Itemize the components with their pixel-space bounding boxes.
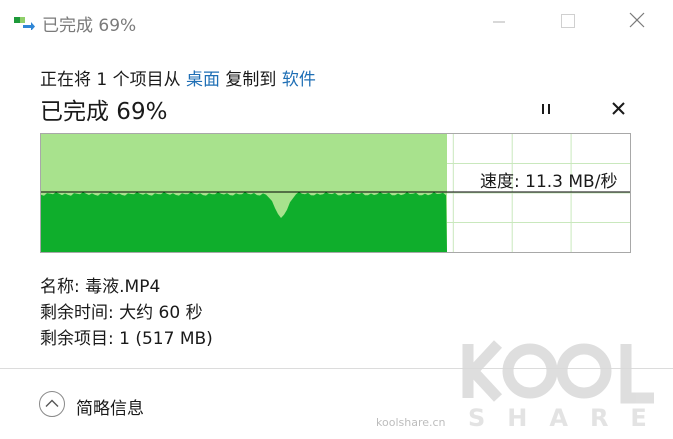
close-button[interactable] [614,0,660,44]
progress-title: 已完成 69% [40,99,168,125]
speed-graph-canvas [40,133,631,253]
file-copy-icon [14,14,36,31]
dialog-footer: 简略信息 [0,368,673,439]
cancel-button[interactable] [604,96,632,122]
cancel-icon [611,100,625,119]
minimize-button[interactable] [476,0,522,44]
close-icon [629,12,645,32]
destination-folder-link[interactable]: 软件 [282,70,316,90]
time-remaining: 剩余时间: 大约 60 秒 [40,303,203,323]
file-name: 名称: 毒液.MP4 [40,277,161,297]
speed-area [41,192,447,252]
pause-icon [540,100,552,119]
maximize-button[interactable] [545,0,591,44]
window-title: 已完成 69% [42,16,137,36]
copy-middle: 复制到 [220,70,282,90]
pause-button[interactable] [532,96,560,122]
less-details-button[interactable]: 简略信息 [38,391,144,421]
title-bar[interactable]: 已完成 69% [0,0,673,44]
speed-label: 速度: 11.3 MB/秒 [480,172,618,192]
copy-prefix: 正在将 1 个项目从 [40,70,187,90]
maximize-icon [561,13,575,32]
less-details-label: 简略信息 [76,398,144,419]
minimize-icon [493,13,505,32]
chevron-up-icon [38,390,66,422]
items-remaining: 剩余项目: 1 (517 MB) [40,329,213,349]
transfer-speed-graph [40,133,631,253]
copy-progress-dialog: 已完成 69% 正在将 1 个项目从 桌面 复制到 软件 已完成 69% 速度:… [0,0,673,439]
source-folder-link[interactable]: 桌面 [186,70,220,90]
copy-description: 正在将 1 个项目从 桌面 复制到 软件 [40,65,316,90]
